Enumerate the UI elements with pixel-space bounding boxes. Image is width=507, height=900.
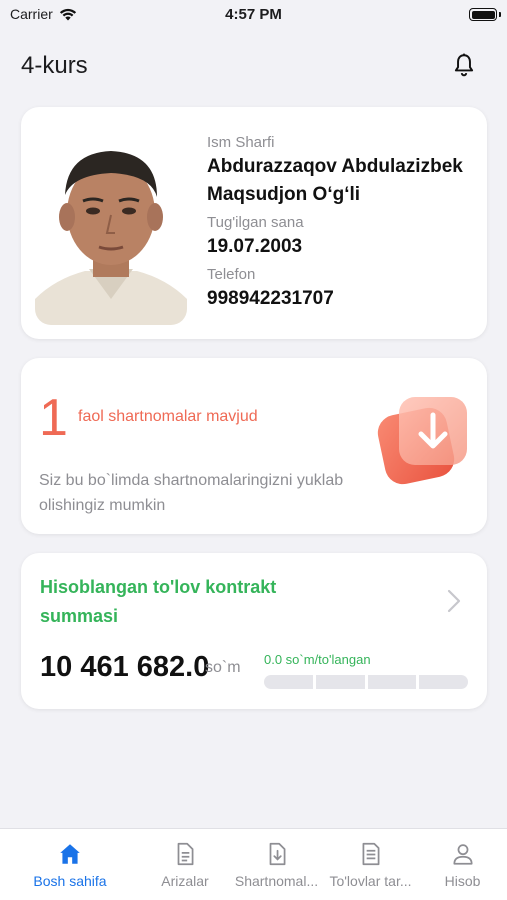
payment-title: Hisoblangan to'lov kontrakt summasi bbox=[40, 577, 277, 626]
profile-photo bbox=[35, 129, 187, 325]
bell-icon[interactable] bbox=[451, 52, 477, 78]
currency-label: so`m bbox=[205, 659, 241, 676]
download-document-icon bbox=[269, 842, 285, 866]
document-icon bbox=[177, 842, 194, 866]
birth-date-value: 19.07.2003 bbox=[207, 236, 303, 257]
tab-shartnomalar[interactable]: Shartnomal... bbox=[230, 829, 323, 900]
tab-label: Arizalar bbox=[161, 873, 209, 889]
download-icon[interactable] bbox=[373, 393, 469, 493]
payment-card[interactable]: Hisoblangan to'lov kontrakt summasi 10 4… bbox=[21, 553, 487, 709]
battery-icon bbox=[469, 8, 497, 21]
profile-info: Ism Sharfi Abdurazzaqov Abdulazizbek Maq… bbox=[207, 133, 477, 317]
tab-hisob[interactable]: Hisob bbox=[418, 829, 507, 900]
list-document-icon bbox=[362, 842, 379, 866]
tab-tolovlar[interactable]: To'lovlar tar... bbox=[323, 829, 418, 900]
payment-progress-bar bbox=[264, 675, 468, 689]
progress-segment bbox=[315, 675, 365, 689]
chevron-right-icon[interactable] bbox=[447, 589, 461, 613]
battery-tip bbox=[499, 12, 501, 17]
tab-label: To'lovlar tar... bbox=[329, 873, 412, 889]
page-title: 4-kurs bbox=[21, 52, 88, 79]
tab-label: Bosh sahifa bbox=[33, 873, 107, 889]
contracts-description: Siz bu bo`limda shartnomalaringizni yukl… bbox=[39, 472, 344, 514]
paid-amount-label: 0.0 so`m/to'langan bbox=[264, 652, 371, 667]
status-bar: Carrier 4:57 PM bbox=[0, 0, 507, 30]
name-label: Ism Sharfi bbox=[207, 134, 275, 151]
contracts-card[interactable]: 1 faol shartnomalar mavjud Siz bu bo`lim… bbox=[21, 358, 487, 534]
progress-segment bbox=[264, 675, 313, 689]
progress-segment bbox=[367, 675, 417, 689]
header: 4-kurs bbox=[0, 40, 507, 90]
progress-segment bbox=[419, 675, 468, 689]
active-contracts-label: faol shartnomalar mavjud bbox=[78, 408, 258, 425]
home-icon bbox=[60, 844, 80, 864]
phone-value: 998942231707 bbox=[207, 288, 334, 309]
user-icon bbox=[452, 844, 473, 865]
status-time: 4:57 PM bbox=[225, 6, 282, 23]
tab-bar: Bosh sahifa Arizalar Shartnomal... To'lo… bbox=[0, 828, 507, 900]
tab-label: Shartnomal... bbox=[234, 873, 319, 889]
active-contracts-count: 1 bbox=[39, 389, 68, 447]
full-name-line2: Maqsudjon O‘g‘li bbox=[207, 184, 361, 205]
profile-card: Ism Sharfi Abdurazzaqov Abdulazizbek Maq… bbox=[21, 107, 487, 339]
birth-date-label: Tug'ilgan sana bbox=[207, 214, 304, 231]
full-name: Abdurazzaqov Abdulazizbek Maqsudjon O‘g‘… bbox=[207, 153, 477, 209]
phone-label: Telefon bbox=[207, 266, 256, 283]
full-name-line1: Abdurazzaqov Abdulazizbek bbox=[207, 156, 463, 177]
contract-amount: 10 461 682.0 bbox=[40, 651, 210, 683]
tab-arizalar[interactable]: Arizalar bbox=[140, 829, 230, 900]
tab-label: Hisob bbox=[444, 873, 481, 889]
tab-home[interactable]: Bosh sahifa bbox=[0, 829, 140, 900]
